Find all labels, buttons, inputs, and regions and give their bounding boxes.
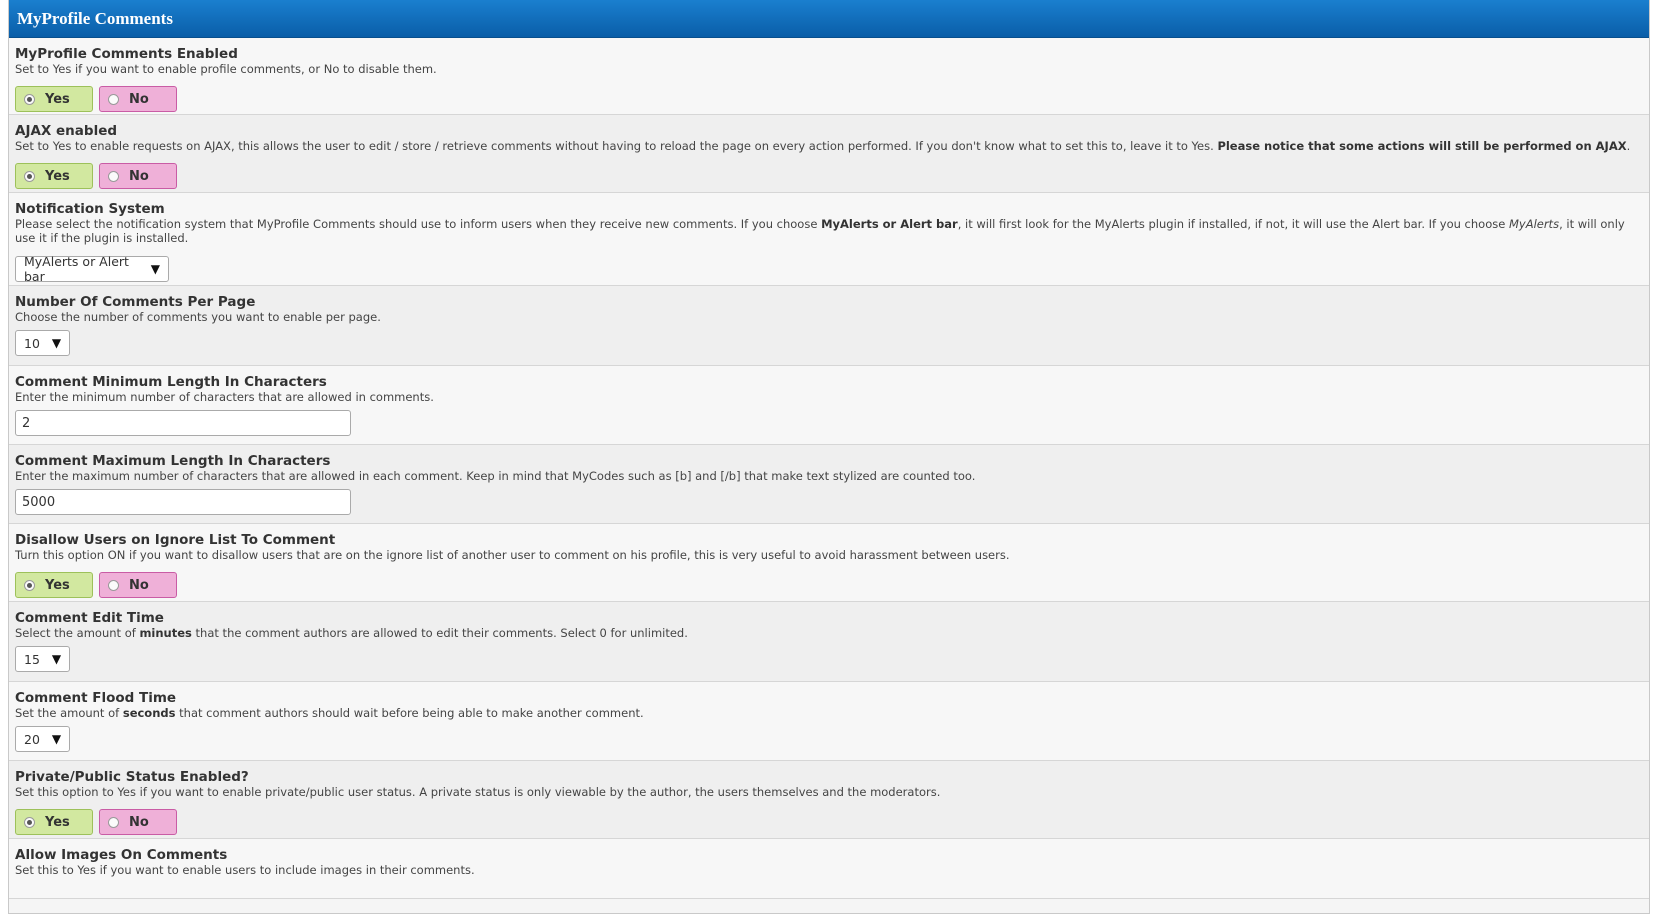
setting-row-ignore-list: Disallow Users on Ignore List To Comment… bbox=[9, 524, 1649, 602]
flood-time-select[interactable]: 20 ▼ bbox=[15, 726, 70, 752]
setting-description: Set to Yes to enable requests on AJAX, t… bbox=[15, 139, 1631, 153]
setting-title: MyProfile Comments Enabled bbox=[15, 46, 238, 62]
yes-no-toggle: Yes No bbox=[15, 163, 1643, 189]
yes-option[interactable]: Yes bbox=[15, 163, 93, 189]
setting-description: Choose the number of comments you want t… bbox=[15, 310, 381, 324]
yes-no-toggle: Yes No bbox=[15, 86, 1643, 112]
dropdown-arrow-icon[interactable]: ▼ bbox=[52, 336, 61, 350]
setting-description: Turn this option ON if you want to disal… bbox=[15, 548, 1010, 562]
yes-no-toggle: Yes No bbox=[15, 809, 1643, 835]
setting-row-ajax: AJAX enabled Set to Yes to enable reques… bbox=[9, 115, 1649, 193]
setting-title: Number Of Comments Per Page bbox=[15, 294, 256, 310]
setting-title: Comment Edit Time bbox=[15, 610, 164, 626]
setting-row-notification: Notification System Please select the no… bbox=[9, 193, 1649, 286]
min-length-input[interactable] bbox=[15, 410, 351, 436]
no-option[interactable]: No bbox=[99, 163, 177, 189]
setting-description: Set to Yes if you want to enable profile… bbox=[15, 62, 437, 76]
setting-description: Please select the notification system th… bbox=[15, 217, 1625, 245]
no-option[interactable]: No bbox=[99, 572, 177, 598]
dropdown-arrow-icon[interactable]: ▼ bbox=[151, 262, 160, 276]
notification-system-select[interactable]: MyAlerts or Alert bar ▼ bbox=[15, 254, 169, 284]
dropdown-arrow-icon[interactable]: ▼ bbox=[52, 652, 61, 666]
no-option[interactable]: No bbox=[99, 86, 177, 112]
setting-row-max-length: Comment Maximum Length In Characters Ent… bbox=[9, 445, 1649, 524]
setting-row-edit-time: Comment Edit Time Select the amount of m… bbox=[9, 602, 1649, 682]
setting-row-min-length: Comment Minimum Length In Characters Ent… bbox=[9, 366, 1649, 445]
yes-option[interactable]: Yes bbox=[15, 572, 93, 598]
radio-selected-icon[interactable] bbox=[24, 579, 35, 591]
setting-description: Set this option to Yes if you want to en… bbox=[15, 785, 941, 799]
radio-unselected-icon[interactable] bbox=[108, 579, 119, 591]
radio-unselected-icon[interactable] bbox=[108, 170, 119, 182]
setting-row-enabled: MyProfile Comments Enabled Set to Yes if… bbox=[9, 38, 1649, 115]
setting-title: Comment Maximum Length In Characters bbox=[15, 453, 331, 469]
radio-selected-icon[interactable] bbox=[24, 816, 35, 828]
setting-row-flood-time: Comment Flood Time Set the amount of sec… bbox=[9, 682, 1649, 761]
setting-title: AJAX enabled bbox=[15, 123, 118, 139]
radio-unselected-icon[interactable] bbox=[108, 93, 119, 105]
edit-time-select[interactable]: 15 ▼ bbox=[15, 646, 70, 672]
yes-option[interactable]: Yes bbox=[15, 809, 93, 835]
setting-description: Select the amount of minutes that the co… bbox=[15, 626, 688, 640]
setting-description: Enter the maximum number of characters t… bbox=[15, 469, 976, 483]
comments-per-page-select[interactable]: 10 ▼ bbox=[15, 330, 70, 356]
setting-row-images: Allow Images On Comments Set this to Yes… bbox=[9, 839, 1649, 899]
radio-selected-icon[interactable] bbox=[24, 93, 35, 105]
setting-title: Disallow Users on Ignore List To Comment bbox=[15, 532, 336, 548]
setting-title: Allow Images On Comments bbox=[15, 847, 228, 863]
setting-description: Set this to Yes if you want to enable us… bbox=[15, 863, 475, 877]
setting-title: Comment Flood Time bbox=[15, 690, 177, 706]
setting-description: Set the amount of seconds that comment a… bbox=[15, 706, 644, 720]
settings-panel: MyProfile Comments MyProfile Comments En… bbox=[8, 0, 1650, 914]
setting-title: Comment Minimum Length In Characters bbox=[15, 374, 327, 390]
yes-option[interactable]: Yes bbox=[15, 86, 93, 112]
dropdown-arrow-icon[interactable]: ▼ bbox=[52, 732, 61, 746]
radio-unselected-icon[interactable] bbox=[108, 816, 119, 828]
setting-title: Notification System bbox=[15, 201, 165, 217]
panel-header: MyProfile Comments bbox=[9, 0, 1649, 38]
radio-selected-icon[interactable] bbox=[24, 170, 35, 182]
setting-row-private-status: Private/Public Status Enabled? Set this … bbox=[9, 761, 1649, 839]
setting-title: Private/Public Status Enabled? bbox=[15, 769, 249, 785]
setting-description: Enter the minimum number of characters t… bbox=[15, 390, 434, 404]
yes-no-toggle: Yes No bbox=[15, 572, 1643, 598]
max-length-input[interactable] bbox=[15, 489, 351, 515]
setting-row-per-page: Number Of Comments Per Page Choose the n… bbox=[9, 286, 1649, 366]
no-option[interactable]: No bbox=[99, 809, 177, 835]
